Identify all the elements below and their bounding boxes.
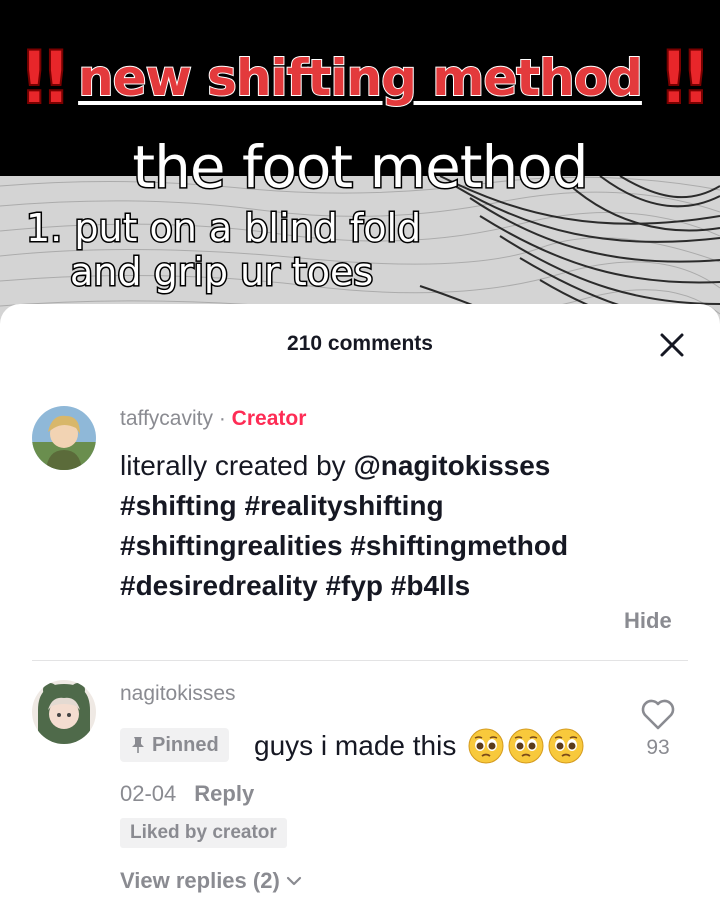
- comment-username[interactable]: nagitokisses: [120, 682, 236, 706]
- step-line-1: 1. put on a blind fold: [24, 205, 422, 252]
- close-button[interactable]: [656, 329, 688, 361]
- chevron-down-icon: [286, 876, 301, 886]
- alert-marks-right: !!: [657, 34, 713, 122]
- close-icon: [660, 333, 684, 357]
- comment-plain-text: guys i made this: [254, 730, 457, 761]
- video-banner: !! new shifting method !!: [0, 38, 720, 118]
- like-count: 93: [646, 736, 670, 759]
- pin-icon: [132, 737, 144, 753]
- hashtag-links[interactable]: #shiftingrealities #shiftingmethod: [120, 530, 568, 561]
- username-separator: ·: [218, 407, 226, 430]
- comment-text: guys i made this: [254, 728, 584, 764]
- view-replies-label: View replies (2): [120, 868, 280, 893]
- hide-button[interactable]: Hide: [624, 608, 672, 634]
- video-step-text: 1. put on a blind fold and grip ur toes: [24, 205, 422, 296]
- emoji-row: [468, 728, 584, 764]
- comment-meta: 02-04 Reply: [120, 781, 254, 807]
- comment-text: literally created by @nagitokisses #shif…: [120, 446, 640, 606]
- comment-plain-text: literally created by: [120, 450, 346, 481]
- video-background[interactable]: !! new shifting method !! the foot metho…: [0, 0, 720, 340]
- comment-date: 02-04: [120, 781, 177, 806]
- pleading-face-emoji: [508, 728, 544, 764]
- hashtag-links[interactable]: #desiredreality #fyp #b4lls: [120, 570, 470, 601]
- comments-count-title: 210 comments: [287, 332, 433, 355]
- mention-link[interactable]: @nagitokisses: [353, 450, 550, 481]
- comment-divider: [32, 660, 688, 661]
- view-replies-button[interactable]: View replies (2): [120, 868, 304, 894]
- comment-username[interactable]: taffycavity · Creator: [120, 407, 306, 431]
- alert-marks-left: !!: [17, 34, 73, 122]
- pleading-face-emoji: [468, 728, 504, 764]
- liked-by-creator-badge: Liked by creator: [120, 818, 287, 848]
- pleading-face-emoji: [548, 728, 584, 764]
- user-avatar-image: [32, 680, 96, 744]
- comments-sheet: 210 comments taffycavity · Creator liter…: [0, 304, 720, 919]
- pinned-badge: Pinned: [120, 728, 229, 762]
- step-line-2: and grip ur toes: [68, 249, 374, 296]
- creator-avatar-image: [32, 406, 96, 470]
- pinned-label: Pinned: [152, 733, 219, 756]
- banner-title: new shifting method: [77, 48, 644, 108]
- video-subtitle: the foot method: [131, 132, 590, 203]
- avatar[interactable]: [32, 406, 96, 470]
- like-button[interactable]: [638, 694, 678, 734]
- creator-badge: Creator: [231, 407, 307, 430]
- username-text: taffycavity: [120, 407, 213, 430]
- avatar[interactable]: [32, 680, 96, 744]
- reply-button[interactable]: Reply: [194, 781, 254, 806]
- heart-icon: [641, 699, 675, 730]
- hashtag-links[interactable]: #shifting #realityshifting: [120, 490, 444, 521]
